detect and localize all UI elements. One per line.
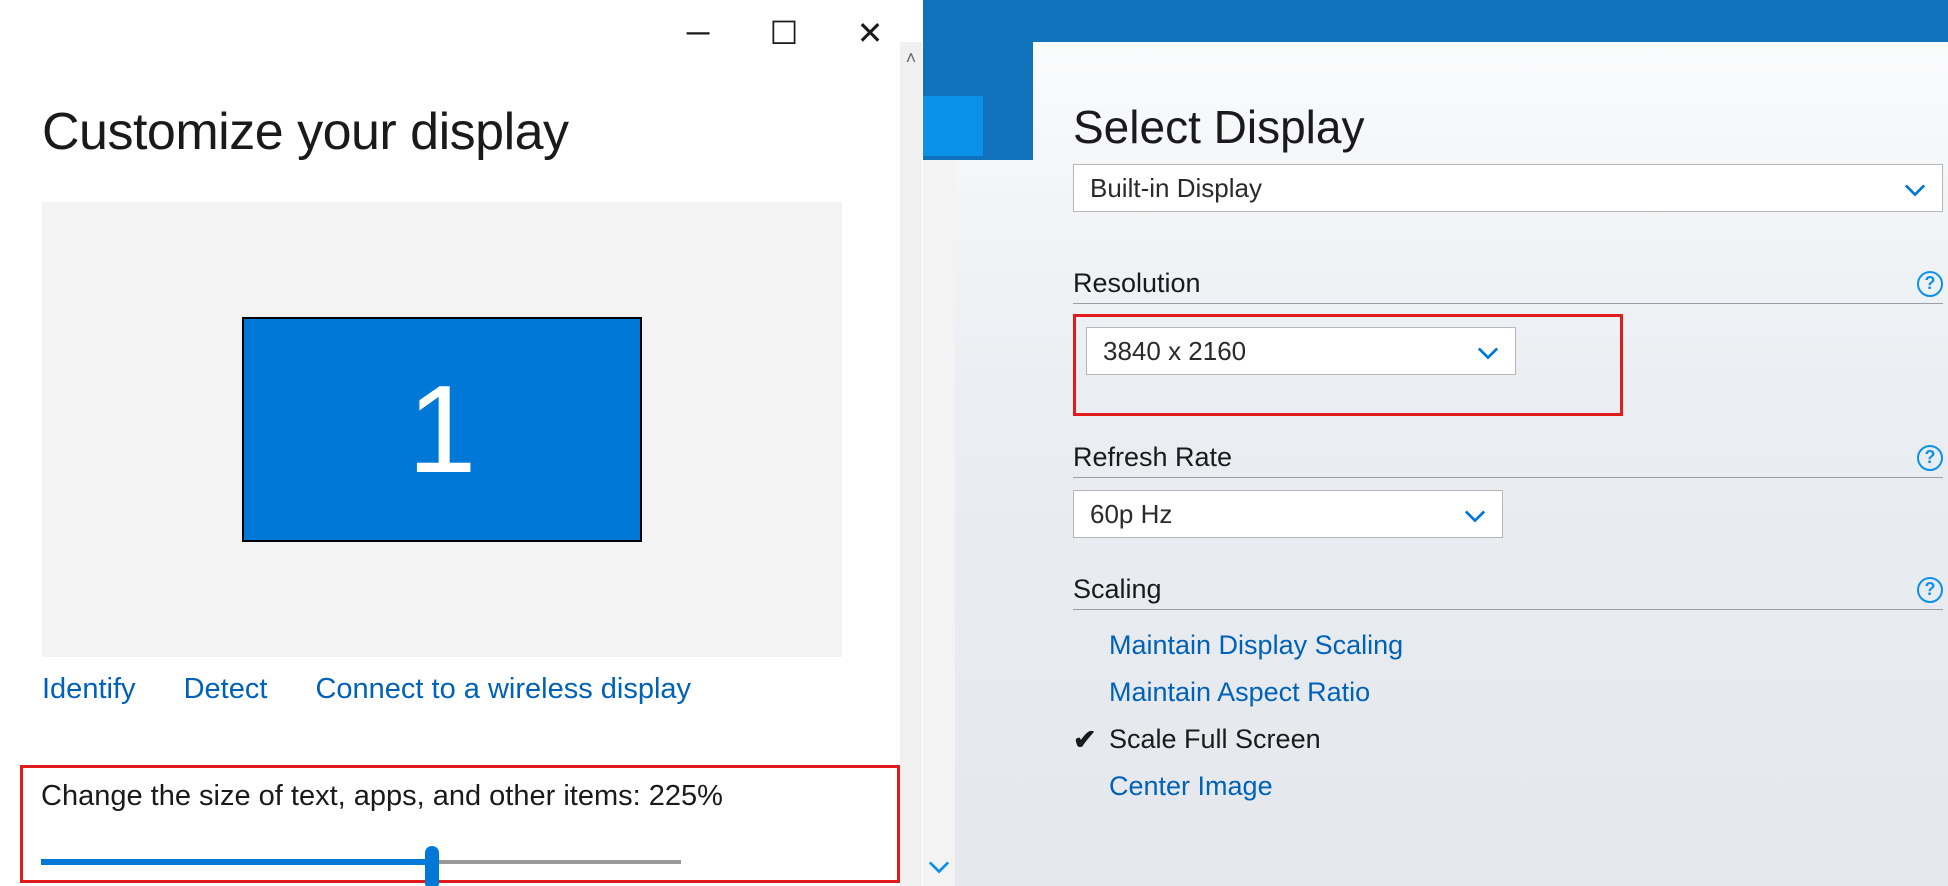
scrollbar-left[interactable]: ˄ — [900, 42, 922, 886]
scaling-option-center-image[interactable]: Center Image — [1109, 763, 1918, 810]
root: ─ ☐ ✕ Customize your display 1 Identify … — [0, 0, 1948, 886]
refresh-rate-section: Refresh Rate ? 60p Hz — [1073, 442, 1918, 538]
scaling-option-maintain-aspect[interactable]: Maintain Aspect Ratio — [1109, 669, 1918, 716]
text-size-slider[interactable] — [41, 851, 681, 881]
scaling-option-scale-full[interactable]: ✔ Scale Full Screen — [1109, 716, 1918, 763]
close-button[interactable]: ✕ — [846, 14, 894, 52]
identify-link[interactable]: Identify — [42, 673, 136, 705]
check-icon: ✔ — [1073, 723, 1096, 756]
resolution-highlight-box: 3840 x 2160 — [1073, 314, 1623, 416]
scaling-option-label: Maintain Display Scaling — [1109, 630, 1403, 661]
help-icon[interactable]: ? — [1917, 271, 1943, 297]
scaling-section: Scaling ? Maintain Display Scaling Maint… — [1073, 574, 1918, 810]
scaling-option-label: Center Image — [1109, 771, 1273, 802]
right-content: Select Display Built-in Display Resoluti… — [1073, 100, 1918, 810]
maximize-button[interactable]: ☐ — [760, 14, 808, 52]
monitor-number: 1 — [408, 359, 477, 501]
resolution-value: 3840 x 2160 — [1103, 336, 1246, 367]
wireless-display-link[interactable]: Connect to a wireless display — [315, 673, 691, 705]
detect-link[interactable]: Detect — [184, 673, 268, 705]
scaling-option-label: Scale Full Screen — [1109, 724, 1321, 755]
slider-thumb[interactable] — [425, 846, 439, 886]
scroll-down-icon[interactable] — [923, 857, 955, 880]
select-display-title: Select Display — [1073, 100, 1918, 154]
window-controls: ─ ☐ ✕ — [674, 0, 922, 52]
scaling-header: Scaling ? — [1073, 574, 1943, 610]
windows-settings-panel: ─ ☐ ✕ Customize your display 1 Identify … — [0, 0, 923, 886]
display-select-value: Built-in Display — [1090, 173, 1262, 204]
scaling-options: Maintain Display Scaling Maintain Aspect… — [1073, 622, 1918, 810]
display-preview[interactable]: 1 — [42, 202, 842, 657]
refresh-rate-header: Refresh Rate ? — [1073, 442, 1943, 478]
help-icon[interactable]: ? — [1917, 445, 1943, 471]
resolution-section: Resolution ? 3840 x 2160 — [1073, 268, 1918, 416]
scaling-option-maintain-display[interactable]: Maintain Display Scaling — [1109, 622, 1918, 669]
help-icon[interactable]: ? — [1917, 577, 1943, 603]
minimize-button[interactable]: ─ — [674, 14, 722, 52]
chevron-down-icon — [928, 860, 950, 874]
right-sidebar — [923, 42, 1033, 160]
scaling-option-label: Maintain Aspect Ratio — [1109, 677, 1370, 708]
scaling-label: Scaling — [1073, 574, 1162, 605]
scrollbar-middle[interactable] — [923, 42, 955, 886]
refresh-rate-label: Refresh Rate — [1073, 442, 1232, 473]
left-content: Customize your display 1 Identify Detect… — [42, 102, 880, 706]
monitor-thumbnail[interactable]: 1 — [242, 317, 642, 542]
graphics-control-panel: Select Display Built-in Display Resoluti… — [923, 0, 1948, 886]
resolution-select[interactable]: 3840 x 2160 — [1086, 327, 1516, 375]
chevron-down-icon — [1477, 336, 1499, 367]
resolution-header: Resolution ? — [1073, 268, 1943, 304]
chevron-down-icon — [1464, 499, 1486, 530]
chevron-down-icon — [1904, 173, 1926, 204]
display-links: Identify Detect Connect to a wireless di… — [42, 673, 880, 706]
scroll-up-icon[interactable]: ˄ — [900, 48, 922, 69]
scale-label: Change the size of text, apps, and other… — [41, 780, 723, 813]
slider-fill — [41, 859, 431, 865]
display-select[interactable]: Built-in Display — [1073, 164, 1943, 212]
refresh-rate-select[interactable]: 60p Hz — [1073, 490, 1503, 538]
sidebar-selected-tab[interactable] — [923, 96, 983, 156]
refresh-rate-value: 60p Hz — [1090, 499, 1172, 530]
resolution-label: Resolution — [1073, 268, 1201, 299]
page-title: Customize your display — [42, 102, 880, 162]
right-topbar — [923, 0, 1948, 42]
